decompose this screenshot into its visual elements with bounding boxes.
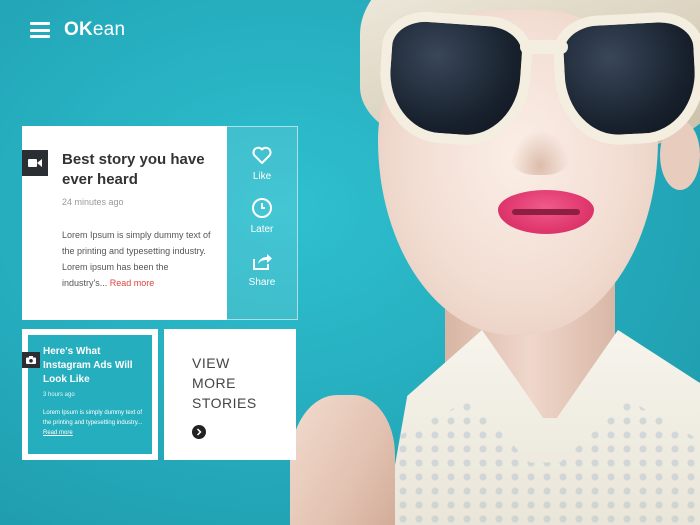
read-more-link[interactable]: Read more bbox=[110, 278, 155, 288]
small-read-more-link[interactable]: Read more bbox=[43, 430, 73, 436]
clock-icon bbox=[252, 198, 272, 218]
arrow-right-circle-icon[interactable] bbox=[192, 425, 206, 439]
story-actions: Like Later Share bbox=[227, 126, 298, 320]
story-excerpt: Lorem Ipsum is simply dummy text of the … bbox=[62, 227, 213, 291]
small-story-excerpt-text: Lorem Ipsum is simply dummy text of the … bbox=[43, 410, 143, 426]
camera-icon bbox=[22, 352, 40, 368]
featured-story-card: Best story you have ever heard 24 minute… bbox=[22, 126, 298, 320]
video-camera-icon bbox=[22, 150, 48, 176]
later-button[interactable]: Later bbox=[250, 196, 274, 235]
logo-bold: OK bbox=[64, 19, 93, 40]
like-label: Like bbox=[252, 171, 272, 182]
small-story-excerpt: Lorem Ipsum is simply dummy text of the … bbox=[43, 408, 144, 438]
hamburger-menu-icon[interactable] bbox=[30, 22, 50, 38]
small-story-time: 3 hours ago bbox=[43, 392, 75, 398]
later-label: Later bbox=[250, 224, 274, 235]
share-icon bbox=[253, 254, 272, 270]
story-title[interactable]: Best story you have ever heard bbox=[62, 150, 213, 190]
header: OKean bbox=[30, 16, 125, 44]
share-button[interactable]: Share bbox=[248, 249, 276, 288]
story-time: 24 minutes ago bbox=[62, 197, 124, 207]
logo[interactable]: OKean bbox=[64, 19, 125, 41]
logo-rest: ean bbox=[92, 19, 126, 40]
small-story-inner: Here's What Instagram Ads Will Look Like… bbox=[22, 335, 152, 454]
like-button[interactable]: Like bbox=[250, 143, 274, 182]
featured-story-body[interactable]: Best story you have ever heard 24 minute… bbox=[22, 126, 227, 320]
view-more-label: VIEW MORE STORIES bbox=[192, 355, 257, 411]
view-more-stories-button[interactable]: VIEW MORE STORIES bbox=[164, 329, 296, 460]
small-story-title[interactable]: Here's What Instagram Ads Will Look Like bbox=[43, 345, 144, 387]
share-label: Share bbox=[248, 277, 276, 288]
heart-icon bbox=[252, 146, 272, 164]
small-story-card[interactable]: Here's What Instagram Ads Will Look Like… bbox=[22, 329, 158, 460]
